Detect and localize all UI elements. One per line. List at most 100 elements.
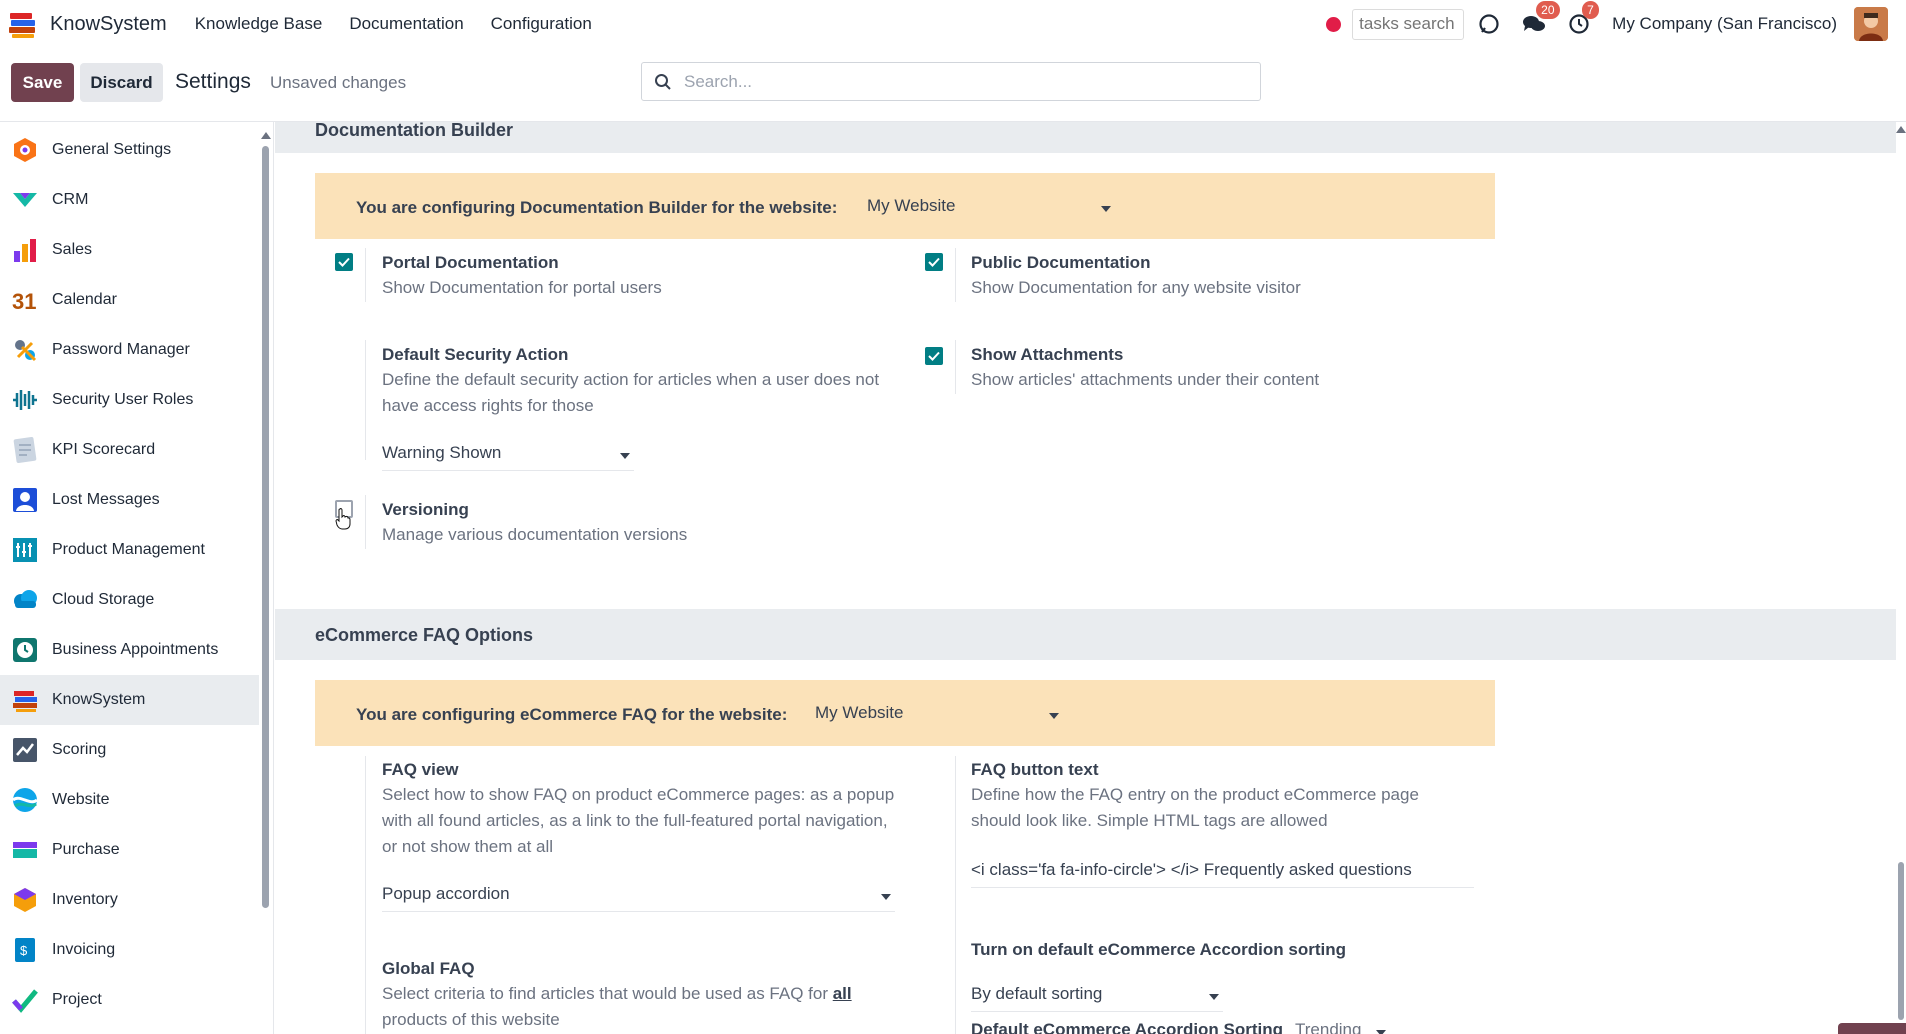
default-security-action-desc: Define the default security action for a… bbox=[382, 370, 880, 415]
divider bbox=[955, 248, 956, 302]
recording-indicator-icon[interactable] bbox=[1326, 16, 1342, 32]
discuss-button[interactable] bbox=[1478, 13, 1500, 35]
security-roles-icon bbox=[13, 390, 37, 410]
doc-website-caret-icon[interactable] bbox=[1101, 206, 1111, 212]
floating-action-button[interactable] bbox=[1838, 1023, 1906, 1034]
sidebar-item-website[interactable]: Website bbox=[0, 775, 259, 825]
select-caret-icon bbox=[1209, 994, 1219, 1000]
sidebar-item-knowsystem[interactable]: KnowSystem bbox=[0, 675, 259, 725]
doc-website-select[interactable]: My Website bbox=[867, 196, 956, 216]
public-documentation-checkbox[interactable] bbox=[925, 253, 943, 271]
scroll-up-arrow-icon[interactable] bbox=[1896, 126, 1906, 133]
activities-count-badge: 7 bbox=[1582, 1, 1599, 19]
default-security-action-select[interactable]: Warning Shown bbox=[382, 443, 634, 471]
sidebar-item-inventory[interactable]: Inventory bbox=[0, 875, 259, 925]
default-accordion-sorting-title: Default eCommerce Accordion Sorting bbox=[971, 1020, 1284, 1034]
global-faq-title: Global FAQ bbox=[382, 959, 475, 978]
default-accordion-sorting-select[interactable]: Trending bbox=[1295, 1020, 1390, 1034]
sidebar-item-kpi-scorecard[interactable]: KPI Scorecard bbox=[0, 425, 259, 475]
settings-sidebar: General Settings CRM Sales 31 Calendar P… bbox=[0, 122, 274, 1034]
faq-website-label: You are configuring eCommerce FAQ for th… bbox=[356, 705, 788, 724]
faq-button-text-input[interactable]: <i class='fa fa-info-circle'> </i> Frequ… bbox=[971, 860, 1474, 888]
sidebar-item-crm[interactable]: CRM bbox=[0, 175, 259, 225]
sidebar-scroll-thumb[interactable] bbox=[262, 146, 269, 908]
select-caret-icon bbox=[881, 894, 891, 900]
scroll-up-arrow-icon[interactable] bbox=[261, 132, 271, 139]
faq-view-desc: Select how to show FAQ on product eComme… bbox=[382, 785, 895, 856]
global-faq-all-link[interactable]: all bbox=[833, 984, 852, 1003]
portal-documentation-title: Portal Documentation bbox=[382, 253, 559, 272]
sidebar-item-product-management[interactable]: Product Management bbox=[0, 525, 259, 575]
settings-search-input[interactable]: Search... bbox=[641, 62, 1261, 101]
discuss-icon bbox=[1479, 14, 1499, 34]
user-avatar-icon bbox=[1854, 7, 1888, 41]
versioning-desc: Manage various documentation versions bbox=[382, 525, 688, 544]
check-icon bbox=[928, 257, 940, 267]
svg-text:$: $ bbox=[20, 943, 28, 958]
sidebar-item-sales[interactable]: Sales bbox=[0, 225, 259, 275]
sidebar-item-business-appointments[interactable]: Business Appointments bbox=[0, 625, 259, 675]
tasks-search-input[interactable] bbox=[1352, 8, 1465, 40]
company-switcher[interactable]: My Company (San Francisco) bbox=[1612, 14, 1837, 34]
menu-knowledge-base[interactable]: Knowledge Base bbox=[195, 14, 323, 34]
app-brand[interactable]: KnowSystem bbox=[6, 7, 195, 41]
show-attachments-checkbox[interactable] bbox=[925, 347, 943, 365]
global-faq-desc: Select criteria to find articles that wo… bbox=[382, 984, 852, 1029]
default-security-action-title: Default Security Action bbox=[382, 345, 569, 364]
unsaved-status: Unsaved changes bbox=[270, 73, 407, 92]
sidebar-scrollbar[interactable] bbox=[261, 132, 271, 1030]
faq-website-caret-icon[interactable] bbox=[1049, 713, 1059, 719]
show-attachments-title: Show Attachments bbox=[971, 345, 1124, 364]
check-icon bbox=[928, 351, 940, 361]
settings-main: Documentation Builder You are configurin… bbox=[275, 122, 1896, 1034]
main-scroll-thumb[interactable] bbox=[1898, 862, 1904, 1020]
accordion-sorting-title: Turn on default eCommerce Accordion sort… bbox=[971, 940, 1346, 959]
activities-button[interactable]: 7 bbox=[1568, 1, 1599, 35]
divider bbox=[365, 340, 366, 460]
search-placeholder: Search... bbox=[684, 71, 753, 91]
faq-button-text-value: <i class='fa fa-info-circle'> </i> Frequ… bbox=[971, 860, 1412, 879]
accordion-sorting-select[interactable]: By default sorting bbox=[971, 984, 1223, 1012]
portal-documentation-checkbox[interactable] bbox=[335, 253, 353, 271]
sidebar-item-invoicing[interactable]: $ Invoicing bbox=[0, 925, 259, 975]
section-ecommerce-faq: eCommerce FAQ Options bbox=[275, 609, 1896, 660]
show-attachments-desc: Show articles' attachments under their c… bbox=[971, 370, 1320, 389]
section-documentation-builder: Documentation Builder bbox=[275, 122, 1896, 153]
faq-website-select[interactable]: My Website bbox=[815, 703, 904, 723]
sidebar-item-general-settings[interactable]: General Settings bbox=[0, 125, 259, 175]
user-avatar[interactable] bbox=[1854, 7, 1888, 41]
cloud-storage-icon bbox=[14, 590, 37, 608]
sidebar-item-security-user-roles[interactable]: Security User Roles bbox=[0, 375, 259, 425]
portal-documentation-desc: Show Documentation for portal users bbox=[382, 278, 662, 297]
sidebar-item-calendar[interactable]: 31 Calendar bbox=[0, 275, 259, 325]
sidebar-item-project[interactable]: Project bbox=[0, 975, 259, 1025]
divider bbox=[955, 756, 956, 1034]
scoring-icon bbox=[13, 738, 37, 762]
discard-button[interactable]: Discard bbox=[80, 63, 163, 102]
divider bbox=[365, 495, 366, 549]
sidebar-item-lost-messages[interactable]: Lost Messages bbox=[0, 475, 259, 525]
sales-icon bbox=[14, 239, 36, 262]
select-caret-icon bbox=[1376, 1030, 1386, 1034]
sidebar-item-password-manager[interactable]: Password Manager bbox=[0, 325, 259, 375]
section-title: eCommerce FAQ Options bbox=[315, 625, 534, 645]
app-name: KnowSystem bbox=[50, 12, 167, 35]
public-documentation-title: Public Documentation bbox=[971, 253, 1151, 272]
accordion-sorting-value: By default sorting bbox=[971, 984, 1103, 1003]
sidebar-item-purchase[interactable]: Purchase bbox=[0, 825, 259, 875]
public-documentation-desc: Show Documentation for any website visit… bbox=[971, 278, 1301, 297]
divider bbox=[955, 340, 956, 394]
save-button[interactable]: Save bbox=[11, 63, 74, 102]
crm-icon bbox=[13, 193, 37, 207]
faq-view-title: FAQ view bbox=[382, 760, 459, 779]
menu-documentation[interactable]: Documentation bbox=[349, 14, 463, 34]
sidebar-item-scoring[interactable]: Scoring bbox=[0, 725, 259, 775]
sidebar-item-cloud-storage[interactable]: Cloud Storage bbox=[0, 575, 259, 625]
faq-view-select[interactable]: Popup accordion bbox=[382, 884, 895, 912]
messages-count-badge: 20 bbox=[1536, 1, 1560, 19]
main-scrollbar[interactable] bbox=[1896, 122, 1906, 1034]
knowsystem-logo-icon bbox=[9, 13, 35, 38]
messages-button[interactable]: 20 bbox=[1522, 1, 1560, 35]
page-title: Settings bbox=[175, 70, 251, 93]
menu-configuration[interactable]: Configuration bbox=[491, 14, 592, 34]
